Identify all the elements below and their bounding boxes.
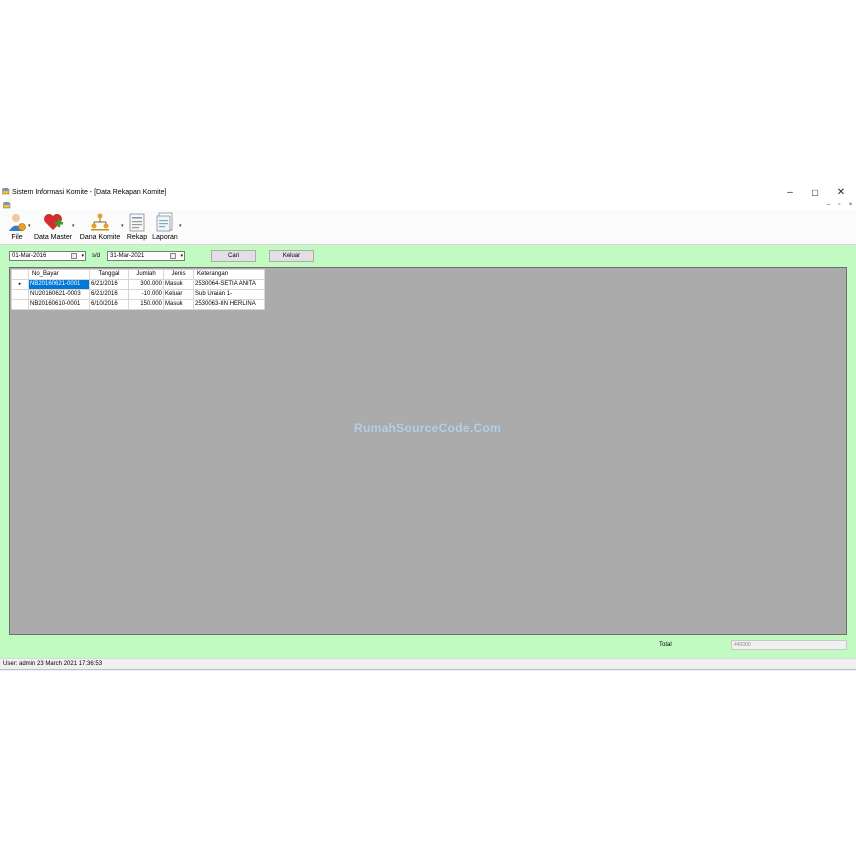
current-row-indicator: ▸ [11, 279, 29, 290]
date-to-picker[interactable]: 31-Mar-2021 ▾ [107, 251, 185, 261]
minimize-button[interactable]: – [779, 186, 801, 200]
mdi-menu-strip: – ▫ × [0, 201, 856, 210]
toolbar-label: Rekap [126, 234, 148, 241]
child-window-icon [3, 202, 11, 209]
cell-no-bayar[interactable]: NU20160621-0003 [28, 289, 90, 300]
cell-jumlah[interactable]: 150.000 [128, 299, 164, 310]
calendar-icon [170, 253, 176, 259]
cell-keterangan[interactable]: Sub Uraian 1- [193, 289, 265, 300]
chevron-down-icon[interactable]: ▾ [180, 252, 183, 261]
cell-tanggal[interactable]: 6/21/2016 [89, 279, 129, 290]
column-header-tanggal[interactable]: Tanggal [89, 269, 129, 280]
cell-jenis[interactable]: Masuk [163, 279, 194, 290]
maximize-button[interactable]: ▢ [804, 186, 826, 200]
toolbar-label: Dana Komite [79, 234, 121, 241]
cell-jumlah[interactable]: -10.000 [128, 289, 164, 300]
watermark-text: RumahSourceCode.Com [354, 421, 502, 435]
calendar-icon [71, 253, 77, 259]
app-window: Sistem Informasi Komite - [Data Rekapan … [0, 184, 856, 671]
title-bar: Sistem Informasi Komite - [Data Rekapan … [0, 184, 856, 201]
rekap-form: 01-Mar-2016 ▾ s/d 31-Mar-2021 ▾ Cari Kel… [0, 245, 856, 658]
window-title: Sistem Informasi Komite - [Data Rekapan … [12, 189, 167, 196]
toolbar-label: Laporan [152, 234, 178, 241]
cell-jenis[interactable]: Masuk [163, 299, 194, 310]
mdi-restore-button[interactable]: ▫ [835, 201, 844, 209]
app-icon [2, 188, 10, 195]
cell-jumlah[interactable]: 300.000 [128, 279, 164, 290]
cell-keterangan[interactable]: 2530064-SETIA ANITA [193, 279, 265, 290]
grid-header-row: No_Bayar Tanggal Jumlah Jenis Keterangan [11, 269, 265, 280]
total-field[interactable]: 440000 [731, 640, 847, 650]
toolbar-label: Data Master [33, 234, 73, 241]
user-icon [9, 214, 26, 231]
table-row[interactable]: NB20160610-0001 6/10/2016 150.000 Masuk … [11, 299, 265, 310]
cell-tanggal[interactable]: 6/21/2016 [89, 289, 129, 300]
cell-no-bayar[interactable]: NB20160621-0001 [28, 279, 90, 290]
status-text: User: admin 23 March 2021 17:36:53 [3, 661, 103, 667]
data-grid[interactable]: No_Bayar Tanggal Jumlah Jenis Keterangan… [9, 267, 847, 635]
row-header-corner [11, 269, 29, 280]
date-from-picker[interactable]: 01-Mar-2016 ▾ [9, 251, 86, 261]
toolbar-laporan-button[interactable]: ▾ Laporan [151, 211, 182, 243]
report-icon [129, 213, 145, 232]
column-header-jenis[interactable]: Jenis [163, 269, 194, 280]
mdi-minimize-button[interactable]: – [824, 201, 833, 209]
row-header [11, 289, 29, 300]
toolbar: ▾ File ▾ Data Master ▾ Dana Komite Rekap… [0, 210, 856, 245]
column-header-keterangan[interactable]: Keterangan [193, 269, 265, 280]
column-header-jumlah[interactable]: Jumlah [128, 269, 164, 280]
total-label: Total [659, 642, 672, 648]
date-range-separator: s/d [92, 253, 101, 259]
data-grid-table: No_Bayar Tanggal Jumlah Jenis Keterangan… [11, 269, 265, 310]
toolbar-rekap-button[interactable]: Rekap [126, 211, 148, 243]
cell-no-bayar[interactable]: NB20160610-0001 [28, 299, 90, 310]
toolbar-label: File [11, 234, 23, 241]
date-to-value: 31-Mar-2021 [110, 253, 145, 259]
column-header-no-bayar[interactable]: No_Bayar [28, 269, 90, 280]
toolbar-file-button[interactable]: ▾ File [2, 211, 32, 243]
search-button[interactable]: Cari [211, 250, 256, 262]
toolbar-dana-komite-button[interactable]: ▾ Dana Komite [78, 211, 124, 243]
table-row[interactable]: NU20160621-0003 6/21/2016 -10.000 Keluar… [11, 289, 265, 300]
close-button[interactable]: ✕ [830, 186, 852, 200]
document-icon [156, 212, 173, 232]
mdi-close-button[interactable]: × [846, 201, 855, 209]
cell-tanggal[interactable]: 6/10/2016 [89, 299, 129, 310]
date-from-value: 01-Mar-2016 [12, 253, 47, 259]
chevron-down-icon[interactable]: ▾ [81, 252, 84, 261]
exit-button[interactable]: Keluar [269, 250, 314, 262]
row-header [11, 299, 29, 310]
cell-keterangan[interactable]: 2530063-IIN HERLINA [193, 299, 265, 310]
org-chart-icon [91, 213, 109, 231]
cell-jenis[interactable]: Keluar [163, 289, 194, 300]
window-bottom-border [0, 669, 856, 670]
table-row[interactable]: ▸ NB20160621-0001 6/21/2016 300.000 Masu… [11, 279, 265, 290]
toolbar-data-master-button[interactable]: ▾ Data Master [32, 211, 75, 243]
heart-plus-icon [44, 214, 63, 230]
